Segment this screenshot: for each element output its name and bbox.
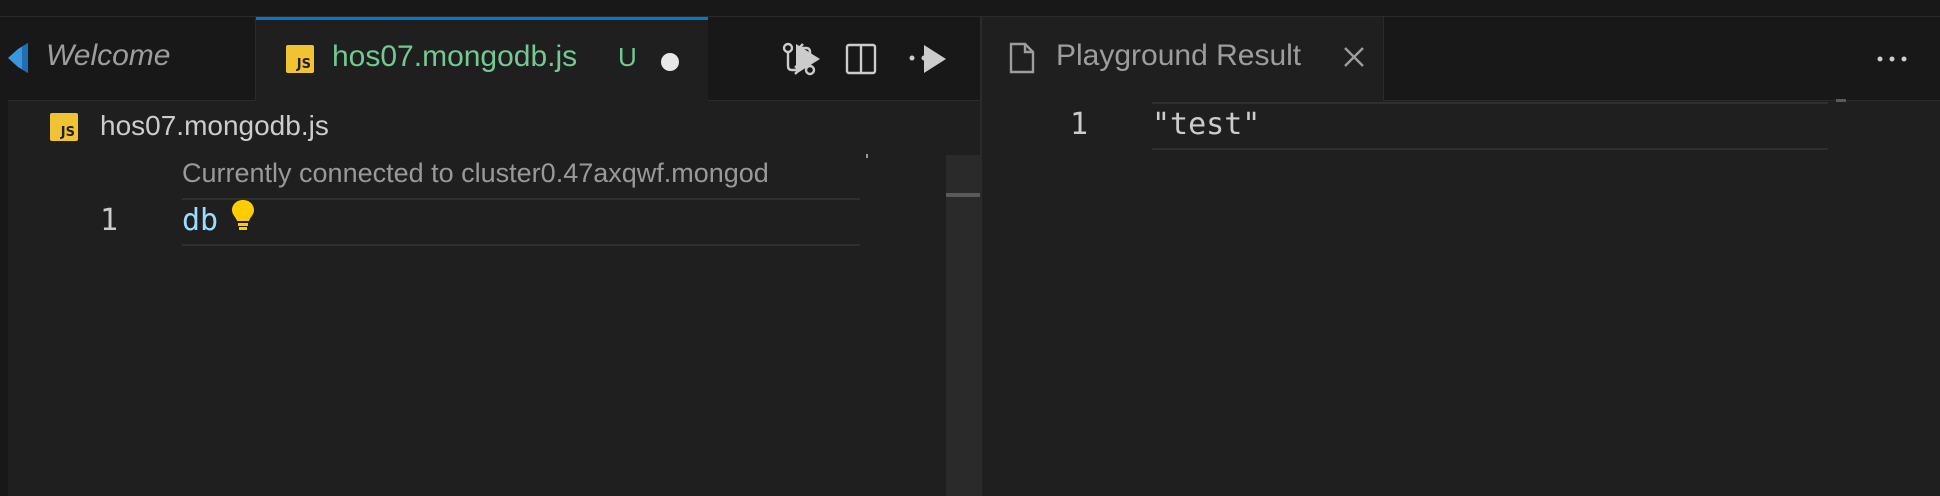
close-icon[interactable]: [1340, 43, 1368, 71]
more-actions-icon[interactable]: [908, 54, 940, 62]
minimap-tick: [866, 154, 868, 158]
git-untracked-badge: U: [618, 42, 637, 72]
overview-ruler-mark: [1836, 99, 1846, 102]
split-editor-icon[interactable]: [844, 42, 878, 76]
more-actions-icon[interactable]: [1876, 55, 1908, 63]
unsaved-dot-icon[interactable]: [661, 53, 679, 71]
breadcrumb-file[interactable]: hos07.mongodb.js: [100, 110, 329, 142]
codelens-connection[interactable]: Currently connected to cluster0.47axqwf.…: [182, 158, 862, 189]
activity-edge: [0, 17, 8, 496]
current-line-highlight: [182, 198, 860, 246]
tab-welcome-label: Welcome: [46, 39, 171, 72]
tab-file-label: hos07.mongodb.js: [332, 40, 578, 73]
js-file-icon: JS: [286, 45, 314, 73]
tab-result-label: Playground Result: [1056, 39, 1302, 72]
js-file-icon: JS: [50, 113, 78, 141]
vscode-logo-icon: [8, 43, 28, 73]
code-line[interactable]: db: [182, 203, 218, 238]
code-line[interactable]: "test": [1152, 107, 1260, 142]
lightbulb-icon[interactable]: [230, 198, 256, 232]
tab-playground-result[interactable]: Playground Result: [982, 17, 1384, 101]
line-number: 1: [1070, 107, 1089, 142]
file-icon: [1009, 42, 1035, 74]
window-top-strip: [0, 0, 1940, 17]
tab-welcome[interactable]: Welcome: [8, 17, 256, 100]
left-tab-bar: Welcome JS hos07.mongodb.js U: [8, 17, 980, 101]
vertical-scrollbar[interactable]: [946, 155, 980, 496]
scrollbar-thumb[interactable]: [946, 193, 980, 197]
tab-hos07-mongodb-js[interactable]: JS hos07.mongodb.js U: [256, 17, 708, 101]
right-tab-bar: Playground Result: [982, 17, 1940, 101]
compare-changes-icon[interactable]: [780, 40, 818, 78]
line-number: 1: [100, 203, 119, 238]
